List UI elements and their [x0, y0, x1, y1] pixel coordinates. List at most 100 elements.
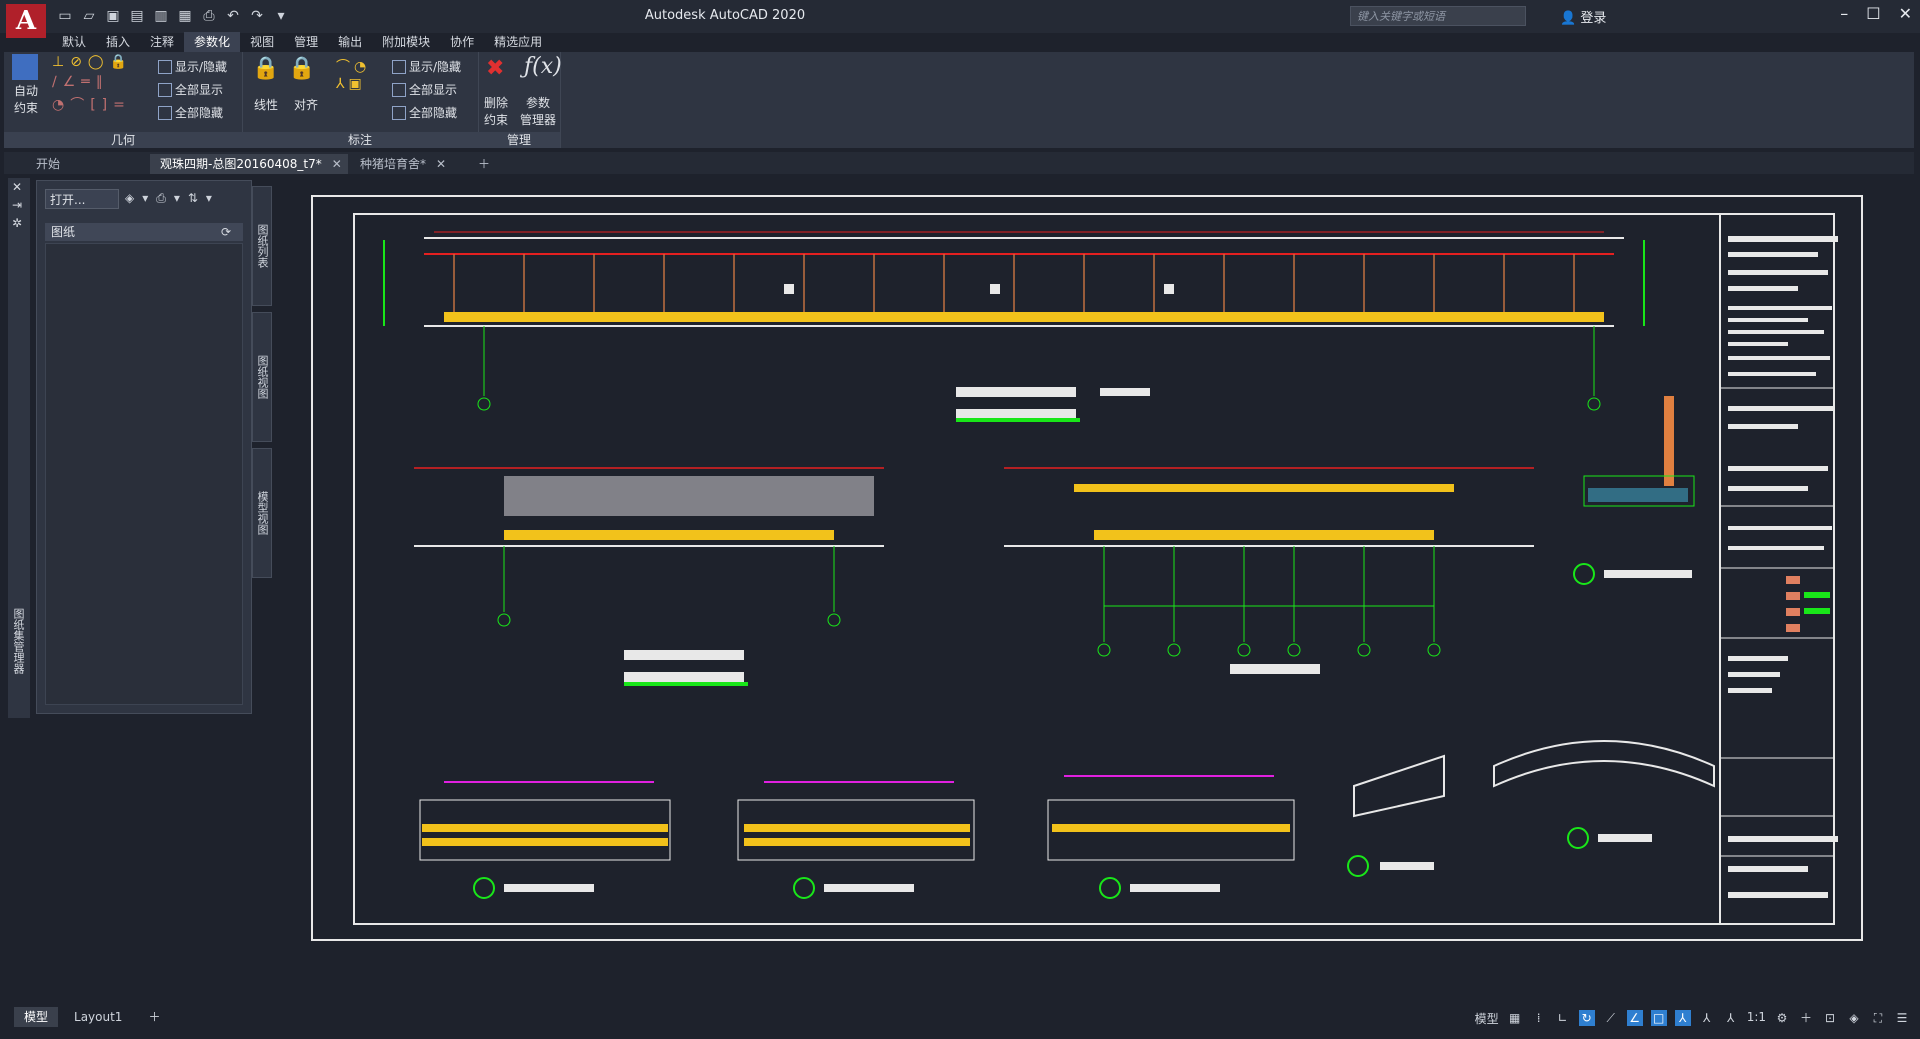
annotation-visibility-icon[interactable]: ⅄ [1674, 1010, 1691, 1026]
title-bar: A ▭ ▱ ▣ ▤ ▥ ▦ ⎙ ↶ ↷ ▾ Autodesk AutoCAD 2… [0, 0, 1920, 38]
object-snap-tracking-icon[interactable]: ∠ [1626, 1010, 1643, 1026]
tab-start-label: 开始 [36, 157, 61, 171]
geometric-constraint-icons-3[interactable]: ◔⌒[]= [52, 94, 131, 114]
parameters-manager-button[interactable]: 参数 管理器 [520, 94, 556, 128]
detail-4 [419, 781, 671, 899]
geometry-panel-title[interactable]: 几何 [4, 132, 242, 148]
tab-drawing-2-label: 种猪培育舍* [360, 157, 427, 171]
tab-layout1[interactable]: Layout1 [64, 1007, 132, 1027]
plus-icon[interactable]: ＋ [1798, 1010, 1814, 1026]
delete-constraints-button[interactable]: 删除 约束 [484, 94, 508, 128]
title-block [1728, 236, 1838, 898]
auto-constrain-icon[interactable] [12, 54, 38, 80]
dim-show-all-icon [392, 83, 406, 97]
show-hide-icon [158, 60, 172, 74]
detail-2 [1493, 740, 1715, 849]
ribbon-tab-4[interactable]: 视图 [240, 32, 284, 52]
drawing-canvas[interactable] [4, 176, 1914, 996]
login-label: 登录 [1580, 11, 1607, 26]
tab-drawing-2[interactable]: 种猪培育舍* ✕ [350, 154, 470, 174]
notes-block [624, 650, 748, 686]
dim-show-hide-label: 显示/隐藏 [409, 60, 462, 74]
isolate-icon[interactable]: ⊡ [1822, 1010, 1838, 1026]
login-button[interactable]: 👤 登录 [1560, 7, 1606, 26]
grid-icon[interactable]: ▦ [1507, 1010, 1523, 1026]
ribbon-tab-5[interactable]: 管理 [284, 32, 328, 52]
close-tab-icon[interactable]: ✕ [332, 157, 342, 171]
show-hide-label: 显示/隐藏 [175, 60, 228, 74]
show-all-button[interactable]: 全部显示 [158, 81, 223, 98]
linear-button[interactable]: 线性 [254, 96, 278, 113]
new-tab-button[interactable]: ＋ [474, 154, 498, 174]
object-snap-icon[interactable]: □ [1650, 1010, 1667, 1026]
lock-aligned-icon[interactable]: 🔒 [288, 56, 315, 81]
workspace-gear-icon[interactable]: ⚙ [1774, 1010, 1790, 1026]
layout-tabs: 模型 Layout1 ＋ [14, 1007, 170, 1027]
clean-screen-icon[interactable]: ⛶ [1870, 1010, 1886, 1026]
dimension-panel: 🔒 线性 🔒 对齐 ⌒◔ ⅄▣ 显示/隐藏 全部显示 全部隐藏 标注 [242, 52, 479, 148]
ribbon-tab-1[interactable]: 插入 [96, 32, 140, 52]
delete-constraints-icon[interactable]: ✖ [486, 56, 504, 81]
snap-icon[interactable]: ⁞ [1531, 1010, 1547, 1026]
geometric-constraint-icons-2[interactable]: ∕∠═∥ [52, 74, 109, 90]
delete-label-2: 约束 [484, 113, 509, 127]
detail-1 [1573, 396, 1695, 585]
dimension-panel-title[interactable]: 标注 [242, 132, 478, 148]
auto-label-2: 约束 [14, 101, 39, 115]
ribbon-tab-2[interactable]: 注释 [140, 32, 184, 52]
add-layout-button[interactable]: ＋ [138, 1007, 170, 1027]
auto-label: 自动 [14, 84, 39, 98]
scale-button[interactable]: 1:1 [1747, 1010, 1766, 1027]
status-bar: 模型 ▦ ⁞ ∟ ↻ ⟋ ∠ □ ⅄ ⅄ ⅄ 1:1 ⚙ ＋ ⊡ ◈ ⛶ ☰ [1475, 1010, 1910, 1027]
param-label: 参数 [526, 96, 551, 110]
geometric-constraint-icons[interactable]: ⊥⊘◯🔒 [52, 54, 133, 70]
delete-label: 删除 [484, 96, 509, 110]
manage-panel: ✖ 删除约束 ƒ(x) 参数 管理器 管理 [478, 52, 562, 148]
dim-hide-all-button[interactable]: 全部隐藏 [392, 104, 457, 121]
ribbon-tab-3[interactable]: 参数化 [184, 32, 241, 52]
annotation-scale-icon[interactable]: ⅄ [1723, 1010, 1739, 1026]
file-tab-bar: 开始 观珠四期-总图20160408_t7* ✕ 种猪培育舍* ✕ ＋ [4, 152, 1914, 174]
ribbon-tab-bar: 默认 插入 注释 参数化 视图 管理 输出 附加模块 协作 精选应用 [52, 32, 552, 52]
tab-drawing-1-label: 观珠四期-总图20160408_t7* [160, 157, 322, 171]
window-title: Autodesk AutoCAD 2020 [644, 8, 806, 23]
hardware-acceleration-icon[interactable]: ◈ [1846, 1010, 1862, 1026]
ortho-icon[interactable]: ∟ [1555, 1010, 1571, 1026]
ribbon-tab-0[interactable]: 默认 [52, 32, 96, 52]
ribbon-tab-6[interactable]: 输出 [328, 32, 372, 52]
close-icon[interactable]: ✕ [1899, 4, 1912, 23]
dim-show-hide-icon [392, 60, 406, 74]
auto-scale-icon[interactable]: ⅄ [1699, 1010, 1715, 1026]
show-hide-button[interactable]: 显示/隐藏 [158, 58, 227, 75]
dim-hide-all-label: 全部隐藏 [409, 106, 458, 120]
ribbon-tab-9[interactable]: 精选应用 [484, 32, 552, 52]
model-space-button[interactable]: 模型 [1475, 1010, 1499, 1027]
radial-dimension-icons[interactable]: ⌒◔ ⅄▣ [336, 56, 370, 92]
close-tab-icon[interactable]: ✕ [436, 157, 446, 171]
parameters-manager-icon[interactable]: ƒ(x) [524, 54, 562, 79]
ribbon-tab-8[interactable]: 协作 [440, 32, 484, 52]
aligned-button[interactable]: 对齐 [294, 96, 318, 113]
dim-show-all-label: 全部显示 [409, 83, 458, 97]
hide-all-icon [158, 106, 172, 120]
search-input[interactable]: 键入关键字或短语 [1350, 6, 1526, 26]
lock-linear-icon[interactable]: 🔒 [252, 56, 279, 81]
manage-panel-title: 管理 [478, 132, 560, 148]
hide-all-button[interactable]: 全部隐藏 [158, 104, 223, 121]
isodraft-icon[interactable]: ⟋ [1603, 1010, 1619, 1026]
detail-6 [1047, 775, 1295, 899]
customization-menu-icon[interactable]: ☰ [1894, 1010, 1910, 1026]
dim-show-all-button[interactable]: 全部显示 [392, 81, 457, 98]
show-all-icon [158, 83, 172, 97]
tab-drawing-1[interactable]: 观珠四期-总图20160408_t7* ✕ [150, 154, 348, 174]
auto-constrain-button[interactable]: 自动 约束 [14, 82, 38, 116]
dim-show-hide-button[interactable]: 显示/隐藏 [392, 58, 461, 75]
show-all-label: 全部显示 [175, 83, 224, 97]
tab-start[interactable]: 开始 [26, 154, 146, 174]
maximize-icon[interactable]: ☐ [1866, 4, 1880, 23]
tab-model[interactable]: 模型 [14, 1007, 59, 1027]
minimize-icon[interactable]: – [1840, 4, 1848, 23]
polar-icon[interactable]: ↻ [1578, 1010, 1595, 1026]
ribbon-tab-7[interactable]: 附加模块 [372, 32, 440, 52]
dim-hide-all-icon [392, 106, 406, 120]
